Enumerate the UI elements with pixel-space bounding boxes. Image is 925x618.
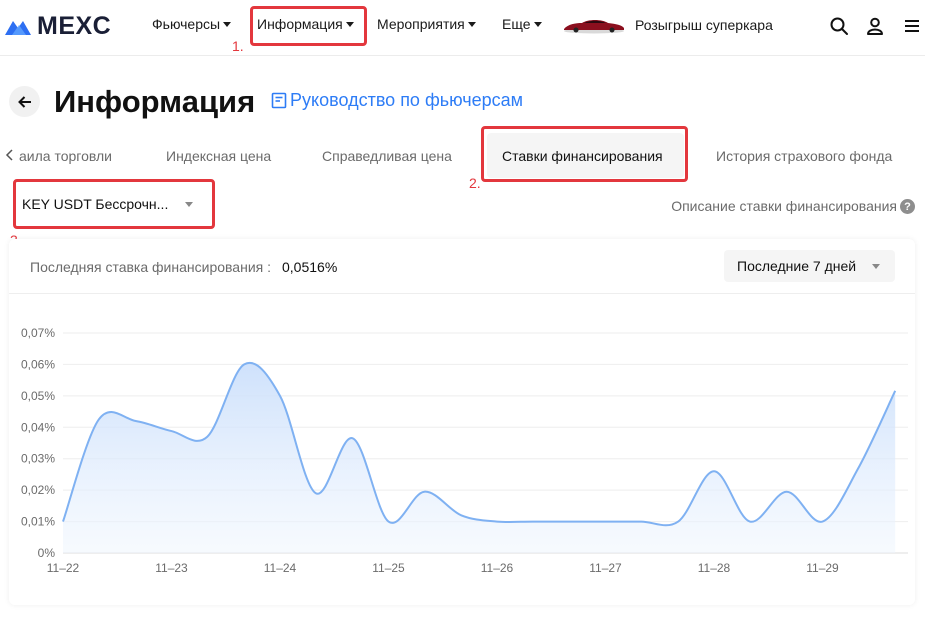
nav-more[interactable]: Еще <box>502 16 542 32</box>
nav-futures-label: Фьючерсы <box>152 16 221 32</box>
tab-trading-rules[interactable]: аила торговли <box>19 148 112 164</box>
menu-icon[interactable] <box>902 16 922 36</box>
nav-more-label: Еще <box>502 16 531 32</box>
period-select[interactable]: Последние 7 дней <box>724 250 895 282</box>
nav-events-label: Мероприятия <box>377 16 465 32</box>
promo-label: Розыгрыш суперкара <box>635 17 773 33</box>
tab-insurance-fund-history[interactable]: История страхового фонда <box>716 148 892 164</box>
arrow-left-icon <box>17 95 31 108</box>
y-tick-label: 0,06% <box>21 357 55 371</box>
futures-guide-label: Руководство по фьючерсам <box>290 90 524 110</box>
y-tick-label: 0,07% <box>21 326 55 340</box>
page-title: Информация <box>54 84 256 119</box>
tab-index-price[interactable]: Индексная цена <box>166 148 271 164</box>
annotation-number-2: 2. <box>469 175 481 191</box>
x-tick-label: 11–29 <box>806 561 839 575</box>
funding-rate-chart[interactable]: 0% 0,01% 0,02% 0,03% 0,04% 0,05% 0,06% 0,07% 11–… <box>0 300 925 590</box>
annotation-number-1: 1. <box>232 38 244 54</box>
annotation-box-3 <box>13 179 215 229</box>
x-tick-label: 11–28 <box>698 561 731 575</box>
chevron-left-icon[interactable] <box>5 148 15 162</box>
x-tick-label: 11–25 <box>372 561 405 575</box>
guide-book-icon <box>271 92 287 109</box>
x-tick-label: 11–27 <box>589 561 622 575</box>
chevron-down-icon <box>533 22 542 27</box>
tab-fair-price[interactable]: Справедливая цена <box>322 148 452 164</box>
y-tick-label: 0,04% <box>21 420 55 434</box>
chevron-down-icon <box>223 22 232 27</box>
supercar-icon <box>564 20 624 34</box>
futures-guide-link[interactable]: Руководство по фьючерсам <box>271 90 523 111</box>
chevron-down-icon <box>872 264 880 269</box>
mexc-logo[interactable]: MEXC <box>3 12 111 41</box>
x-tick-label: 11–22 <box>47 561 80 575</box>
latest-rate-value: 0,0516% <box>282 259 338 275</box>
nav-events[interactable]: Мероприятия <box>377 16 476 32</box>
annotation-box-1 <box>250 6 367 46</box>
x-tick-label: 11–24 <box>264 561 297 575</box>
card-divider <box>9 293 915 294</box>
y-tick-label: 0,02% <box>21 483 55 497</box>
help-icon[interactable]: ? <box>900 199 915 214</box>
y-tick-label: 0,03% <box>21 452 55 466</box>
latest-rate-label: Последняя ставка финансирования : <box>30 259 271 275</box>
x-tick-label: 11–26 <box>481 561 514 575</box>
y-tick-label: 0% <box>38 546 56 560</box>
back-button[interactable] <box>9 86 40 117</box>
user-icon[interactable] <box>865 16 885 36</box>
logo-text: MEXC <box>37 12 112 40</box>
x-tick-label: 11–23 <box>155 561 188 575</box>
series-area <box>63 362 896 553</box>
y-tick-label: 0,05% <box>21 389 55 403</box>
y-tick-label: 0,01% <box>21 515 55 529</box>
funding-rate-description-link[interactable]: Описание ставки финансирования <box>671 198 897 214</box>
period-select-value: Последние 7 дней <box>737 258 857 274</box>
search-icon[interactable] <box>829 16 849 36</box>
nav-promo[interactable]: Розыгрыш суперкара <box>562 16 773 34</box>
nav-futures[interactable]: Фьючерсы <box>152 16 232 32</box>
annotation-box-2 <box>481 126 688 182</box>
top-navigation: MEXC Фьючерсы Информация Мероприятия Еще… <box>0 0 925 56</box>
mexc-logo-icon <box>5 20 31 35</box>
chevron-down-icon <box>467 22 476 27</box>
